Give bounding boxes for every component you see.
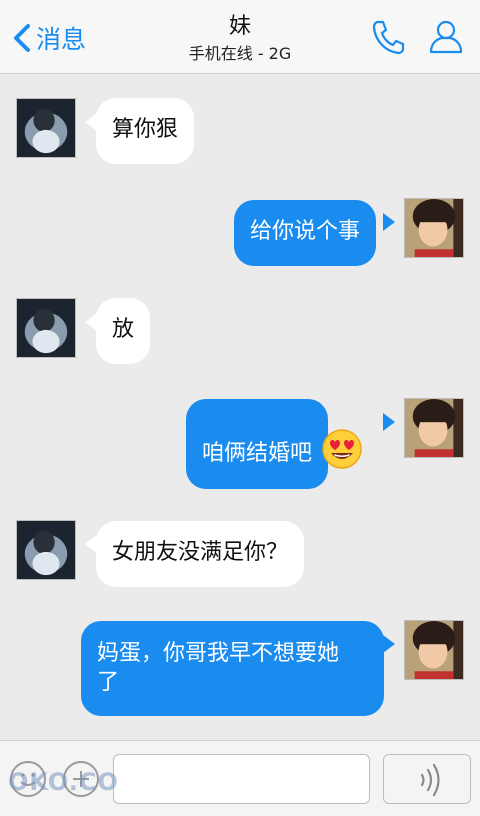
girl-portrait-icon (405, 399, 463, 457)
back-button[interactable]: 消息 (10, 20, 86, 56)
girl-portrait-icon (405, 621, 463, 679)
contact-icon[interactable] (428, 18, 464, 56)
outgoing-message-bubble[interactable]: 妈蛋，你哥我早不想要她 了 (81, 621, 384, 716)
boy-portrait-icon (17, 521, 75, 579)
bubble-tail (383, 213, 395, 231)
incoming-message-bubble[interactable]: 女朋友没满足你？ (96, 521, 305, 587)
bubble-tail (383, 413, 395, 431)
back-chevron-icon (14, 24, 30, 52)
message-text-line: 了 (97, 670, 120, 695)
outgoing-message-bubble[interactable]: 咱俩结婚吧 (186, 399, 329, 489)
incoming-message-bubble[interactable]: 放 (96, 298, 151, 364)
smiling-heart-eyes-emoji-icon (322, 429, 362, 469)
outgoing-message-bubble[interactable]: 给你说个事 (234, 200, 377, 266)
girl-portrait-icon (405, 199, 463, 257)
contact-avatar[interactable] (16, 520, 76, 580)
emoji-button[interactable] (10, 761, 46, 797)
contact-avatar[interactable] (16, 298, 76, 358)
chat-header: 消息 妹 手机在线 - 2G (0, 0, 480, 74)
boy-portrait-icon (17, 299, 75, 357)
emoji-icon (20, 773, 36, 786)
voice-button[interactable] (383, 754, 471, 804)
message-text: 咱俩结婚吧 (202, 441, 313, 466)
message-input[interactable] (113, 754, 370, 804)
incoming-message-bubble[interactable]: 算你狠 (96, 98, 195, 164)
my-avatar[interactable] (404, 398, 464, 458)
message-text-line: 妈蛋，你哥我早不想要她 (97, 641, 340, 666)
boy-portrait-icon (17, 99, 75, 157)
bubble-tail (383, 635, 395, 653)
my-avatar[interactable] (404, 198, 464, 258)
voice-icon (420, 763, 440, 797)
back-label: 消息 (36, 25, 87, 54)
phone-icon[interactable] (370, 18, 406, 56)
my-avatar[interactable] (404, 620, 464, 680)
plus-icon (73, 771, 89, 787)
input-bar (0, 740, 480, 816)
contact-avatar[interactable] (16, 98, 76, 158)
plus-button[interactable] (63, 761, 99, 797)
